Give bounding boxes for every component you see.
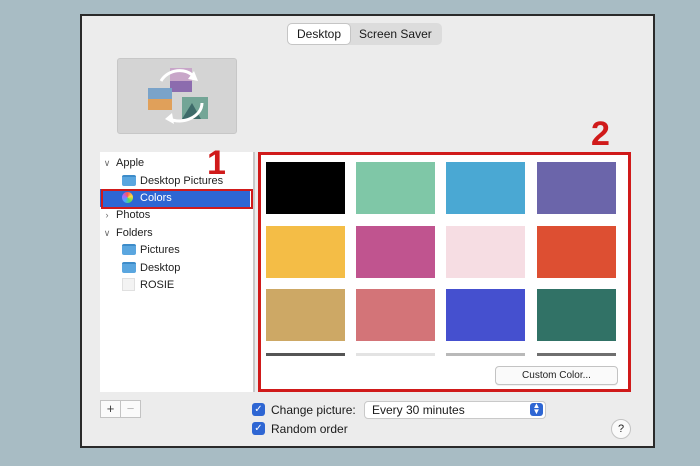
- folder-icon: [122, 175, 136, 186]
- color-swatch[interactable]: [266, 162, 345, 214]
- color-swatch[interactable]: [266, 226, 345, 278]
- sidebar-item-desktop-pictures[interactable]: Desktop Pictures: [100, 172, 250, 190]
- sidebar-group-label: Folders: [116, 227, 153, 239]
- random-order-label: Random order: [271, 422, 348, 436]
- color-swatch-partial[interactable]: [266, 353, 345, 356]
- sidebar-item-label: Desktop: [140, 262, 181, 274]
- add-remove-control: + −: [100, 400, 141, 418]
- color-swatch[interactable]: [446, 289, 525, 341]
- source-list: ∨ Apple Desktop Pictures Colors › Photos…: [100, 152, 255, 392]
- annotation-number-1: 1: [207, 144, 226, 182]
- sidebar-item-desktop[interactable]: Desktop: [100, 259, 250, 277]
- change-picture-label: Change picture:: [271, 403, 356, 417]
- desktop-preview: [117, 58, 237, 134]
- folder-icon: [122, 244, 136, 255]
- chevron-updown-icon: ▲ ▼: [530, 402, 543, 416]
- interval-value: Every 30 minutes: [372, 403, 465, 417]
- folder-icon: [122, 262, 136, 273]
- color-swatch[interactable]: [446, 226, 525, 278]
- interval-dropdown[interactable]: Every 30 minutes ▲ ▼: [364, 401, 546, 419]
- chevron-down-icon[interactable]: ∨: [102, 154, 112, 172]
- color-swatch[interactable]: [356, 226, 435, 278]
- chevron-down-icon[interactable]: ∨: [102, 224, 112, 242]
- annotation-number-2: 2: [591, 115, 610, 153]
- change-picture-checkbox[interactable]: ✓: [252, 403, 265, 416]
- color-swatch[interactable]: [537, 289, 616, 341]
- color-swatch[interactable]: [356, 162, 435, 214]
- random-order-checkbox[interactable]: ✓: [252, 422, 265, 435]
- color-swatch-partial[interactable]: [537, 353, 616, 356]
- color-swatch[interactable]: [446, 162, 525, 214]
- sidebar-group-apple[interactable]: ∨ Apple: [100, 154, 250, 172]
- color-swatch[interactable]: [537, 226, 616, 278]
- tab-screen-saver[interactable]: Screen Saver: [350, 24, 441, 44]
- tab-segmented-control: Desktop Screen Saver: [287, 23, 442, 45]
- folder-icon: [122, 278, 135, 291]
- color-swatch[interactable]: [356, 289, 435, 341]
- sidebar-item-label: ROSIE: [140, 279, 175, 291]
- color-swatch-partial[interactable]: [446, 353, 525, 356]
- sidebar-item-label: Pictures: [140, 244, 180, 256]
- sidebar-item-pictures[interactable]: Pictures: [100, 241, 250, 259]
- color-swatch-partial[interactable]: [356, 353, 435, 356]
- tab-desktop[interactable]: Desktop: [288, 24, 351, 44]
- color-swatch-grid: [258, 152, 631, 392]
- sidebar-group-label: Apple: [116, 157, 145, 169]
- annotation-box-1: [101, 189, 253, 209]
- color-swatch[interactable]: [266, 289, 345, 341]
- sidebar-group-folders[interactable]: ∨ Folders: [100, 224, 250, 242]
- help-button[interactable]: ?: [611, 419, 631, 439]
- color-swatch[interactable]: [537, 162, 616, 214]
- add-button[interactable]: +: [100, 400, 121, 418]
- dynamic-wallpaper-icon: [148, 68, 208, 124]
- custom-color-button[interactable]: Custom Color...: [495, 366, 618, 385]
- remove-button[interactable]: −: [121, 400, 141, 418]
- desktop-preferences-window: Desktop Screen Saver ∨ Apple Desktop Pic…: [80, 14, 655, 448]
- sidebar-item-rosie[interactable]: ROSIE: [100, 276, 250, 294]
